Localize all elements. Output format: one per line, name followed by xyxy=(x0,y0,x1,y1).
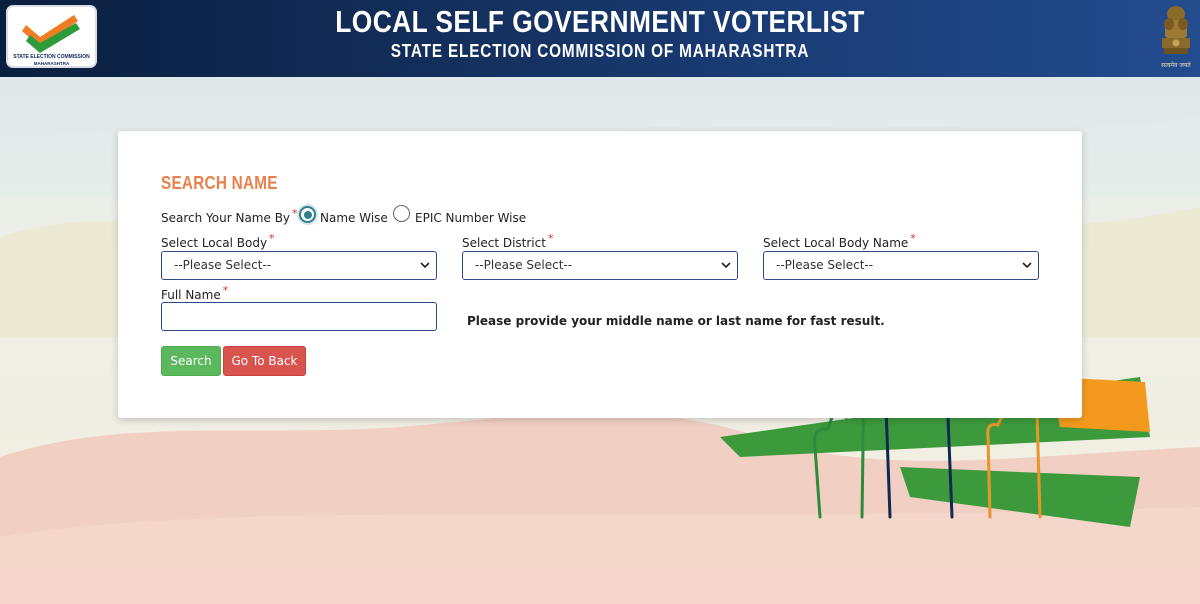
local-body-name-value: --Please Select-- xyxy=(776,258,874,272)
page-subtitle: STATE ELECTION COMMISSION OF MAHARASHTRA xyxy=(390,41,810,61)
district-label-text: Select District xyxy=(462,236,546,250)
local-body-name-select[interactable]: --Please Select-- xyxy=(763,251,1039,280)
search-name-heading: SEARCH NAME xyxy=(161,173,278,193)
logo-line2: MAHARASHTRA xyxy=(33,61,70,66)
search-card: SEARCH NAME Search Your Name By * Name Wi… xyxy=(118,131,1082,418)
local-body-name-label: Select Local Body Name * xyxy=(763,232,916,250)
name-wise-radio[interactable] xyxy=(299,206,316,223)
national-emblem-icon: सत्यमेव जयते xyxy=(1161,6,1191,69)
district-value: --Please Select-- xyxy=(475,258,573,272)
required-mark: * xyxy=(547,232,554,245)
search-by-label: Search Your Name By * xyxy=(161,207,298,225)
search-by-text: Search Your Name By xyxy=(161,211,291,225)
full-name-label-text: Full Name xyxy=(161,288,221,302)
emblem-caption: सत्यमेव जयते xyxy=(1161,61,1191,69)
local-body-name-label-text: Select Local Body Name xyxy=(763,236,909,250)
name-wise-label[interactable]: Name Wise xyxy=(320,211,388,225)
local-body-label: Select Local Body * xyxy=(161,232,275,250)
full-name-label: Full Name * xyxy=(161,284,228,302)
search-hint: Please provide your middle name or last … xyxy=(467,314,885,328)
required-mark: * xyxy=(269,232,275,245)
site-header: STATE ELECTION COMMISSION MAHARASHTRA LO… xyxy=(0,0,1200,77)
required-mark: * xyxy=(292,207,298,220)
full-name-input[interactable] xyxy=(161,302,437,331)
district-label: Select District * xyxy=(462,232,553,250)
epic-number-wise-radio[interactable] xyxy=(393,205,410,222)
chevron-down-icon xyxy=(1022,262,1032,269)
search-button[interactable]: Search xyxy=(161,346,221,376)
tick-logo-icon xyxy=(22,15,80,53)
chevron-down-icon xyxy=(721,262,731,269)
local-body-value: --Please Select-- xyxy=(174,258,272,272)
logo-line1: STATE ELECTION COMMISSION xyxy=(13,54,90,60)
go-to-back-button[interactable]: Go To Back xyxy=(223,346,306,376)
local-body-select[interactable]: --Please Select-- xyxy=(161,251,437,280)
page-title: LOCAL SELF GOVERNMENT VOTERLIST xyxy=(335,4,865,39)
epic-number-wise-label[interactable]: EPIC Number Wise xyxy=(415,211,526,225)
chevron-down-icon xyxy=(420,262,430,269)
required-mark: * xyxy=(910,232,916,245)
required-mark: * xyxy=(222,284,229,297)
local-body-label-text: Select Local Body xyxy=(161,236,268,250)
sec-logo[interactable]: STATE ELECTION COMMISSION MAHARASHTRA xyxy=(6,5,97,68)
district-select[interactable]: --Please Select-- xyxy=(462,251,738,280)
